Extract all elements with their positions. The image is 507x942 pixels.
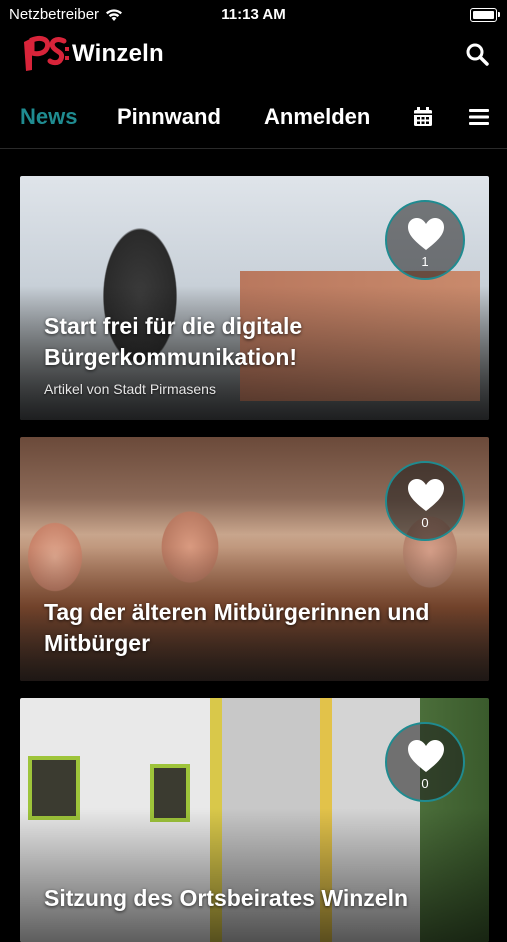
heart-icon [408, 218, 444, 250]
like-count: 0 [421, 515, 429, 530]
tab-news[interactable]: News [20, 104, 77, 130]
status-bar: Netzbetreiber 11:13 AM [0, 0, 507, 28]
tab-anmelden[interactable]: Anmelden [264, 104, 370, 130]
image-shade [20, 807, 489, 942]
heart-icon [408, 479, 444, 511]
battery-icon [470, 8, 500, 22]
app-bar: Winzeln [0, 28, 507, 78]
article-title: Start frei für die digitale Bürgerkommun… [44, 313, 303, 370]
article-card[interactable]: 1 Start frei für die digitale Bürgerkomm… [20, 176, 489, 420]
article-author: Artikel von Stadt Pirmasens [44, 381, 216, 397]
article-card[interactable]: 0 Tag der älteren Mitbürgerinnen und Mit… [20, 437, 489, 681]
like-count: 1 [421, 254, 429, 269]
like-button[interactable]: 0 [385, 461, 465, 541]
heart-icon [408, 740, 444, 772]
nav-divider [0, 148, 507, 149]
like-button[interactable]: 0 [385, 722, 465, 802]
tab-pinnwand[interactable]: Pinnwand [117, 104, 221, 130]
status-time: 11:13 AM [221, 6, 286, 23]
main-nav: News Pinnwand Anmelden [0, 95, 507, 141]
article-title: Sitzung des Ortsbeirates Winzeln [44, 885, 409, 911]
like-count: 0 [421, 776, 429, 791]
article-card[interactable]: 0 Sitzung des Ortsbeirates Winzeln [20, 698, 489, 942]
menu-icon[interactable] [468, 106, 490, 128]
like-button[interactable]: 1 [385, 200, 465, 280]
logo-text: Winzeln [72, 40, 164, 67]
logo-mark-icon [24, 35, 69, 71]
article-title: Tag der älteren Mitbürgerinnen und Mitbü… [44, 599, 430, 656]
search-icon[interactable] [465, 42, 489, 66]
calendar-icon[interactable] [412, 106, 434, 128]
app-logo: Winzeln [20, 34, 164, 74]
